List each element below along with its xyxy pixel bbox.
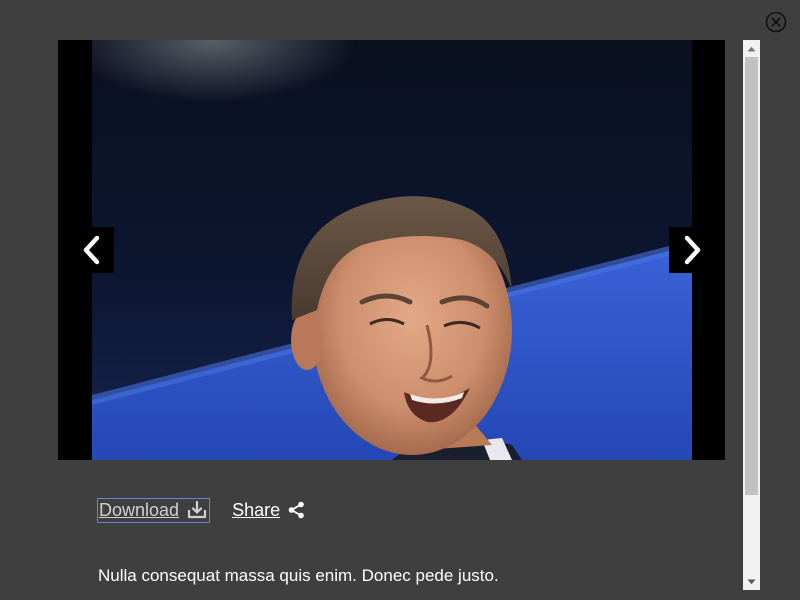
close-button[interactable] [765,11,787,33]
download-icon [187,501,207,519]
download-button[interactable]: Download [97,497,211,523]
scroll-up-arrow-icon [747,46,756,51]
share-label: Share [232,499,281,520]
download-label: Download [99,499,180,520]
gallery-photo [92,40,692,460]
vertical-scrollbar[interactable] [743,40,760,590]
scroll-up-button[interactable] [743,40,760,57]
scroll-down-arrow-icon [747,579,756,584]
scrollbar-thumb[interactable] [745,57,758,495]
scroll-down-button[interactable] [743,573,760,590]
chevron-left-icon [83,235,99,265]
share-icon [288,501,305,519]
image-viewer-modal: Download Share Nulla consequat massa qui… [0,0,800,600]
next-image-button[interactable] [669,227,714,273]
chevron-right-icon [684,235,700,265]
photo-drawing [92,196,692,460]
close-icon [765,11,787,33]
image-actions: Download Share [97,497,307,523]
image-frame [58,40,725,460]
image-caption: Nulla consequat massa quis enim. Donec p… [98,566,499,585]
previous-image-button[interactable] [69,227,114,273]
share-button[interactable]: Share [230,498,307,523]
